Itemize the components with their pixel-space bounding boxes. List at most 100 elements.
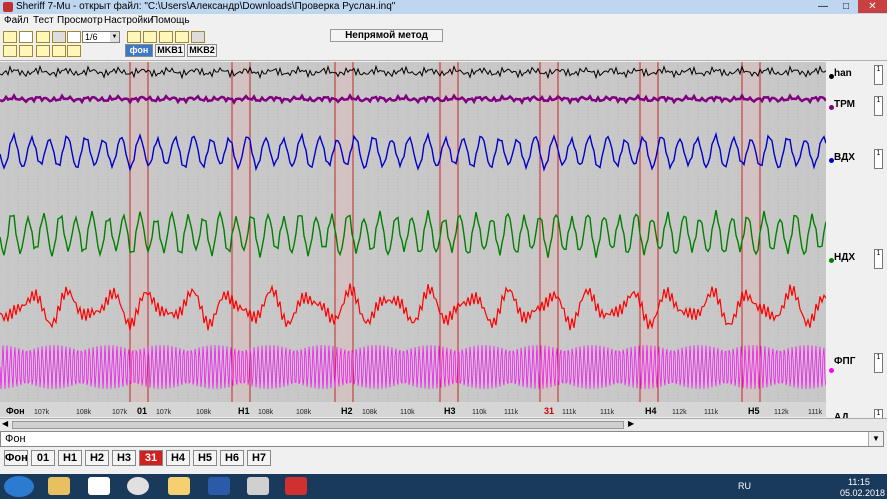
smile-icon[interactable] [36,45,50,57]
question-button-n6[interactable]: Н6 [220,450,244,466]
minimize-button[interactable]: — [812,0,834,13]
time-tick: 111k [808,409,823,416]
trm-trace [0,92,826,105]
fpg-trace [0,344,826,390]
edit-icon[interactable] [52,45,66,57]
chart-icon[interactable] [67,31,81,43]
time-marker: 01 [137,406,147,416]
time-marker: Н2 [341,406,353,416]
ad-trace [0,283,826,331]
chevron-down-icon: ▼ [110,32,119,42]
time-tick: 107k [112,409,128,416]
webcam-icon[interactable] [247,477,269,495]
question-button-n1[interactable]: Н1 [58,450,82,466]
channel-han-spin[interactable]: 1 [874,65,883,85]
settings-icon[interactable] [67,45,81,57]
question-select[interactable]: Фон ▼ [0,431,884,447]
question-button-fon[interactable]: Фон [4,450,28,466]
ndh-trace [0,209,826,258]
channel-ndh-label: НДХ [834,252,856,263]
time-tick: 112k [672,409,687,416]
explorer-icon[interactable] [48,477,70,495]
folder-open-icon[interactable] [3,31,17,43]
close-button[interactable]: ✕ [858,0,887,13]
menu-help[interactable]: Помощь [151,15,190,26]
time-marker: Н3 [444,406,456,416]
question-button-n3[interactable]: Н3 [112,450,136,466]
channel-han-label: han [834,68,852,79]
vdh-trace [0,131,826,173]
channel-fpg-spin[interactable]: 1 [874,353,883,373]
scroll-thumb[interactable] [12,421,624,429]
tab-mkb2[interactable]: MKB2 [187,44,217,57]
question-button-n2[interactable]: Н2 [85,450,109,466]
time-marker: Н4 [645,406,657,416]
app-icon [3,2,13,12]
window-title: Sheriff 7-Mu - открыт файл: "C:\Users\Ал… [16,1,396,12]
tray-date[interactable]: 05.02.2018 [840,488,885,498]
scale-combo-value: 1/6 [85,32,98,42]
time-tick: 111k [704,409,719,416]
time-tick: 108k [362,409,378,416]
new-file-icon[interactable] [19,31,33,43]
word-icon[interactable] [208,477,230,495]
polygram-svg: Фон 01 Н1 Н2 Н3 31 Н4 Н5 107k 108k 107k 107k 108k 108… [0,62,826,417]
time-tick: 111k [600,409,615,416]
channel-trm-label: ТРМ [834,99,855,110]
tools-icon[interactable] [52,31,66,43]
language-indicator[interactable]: RU [738,481,751,491]
folder-taskbar-icon[interactable] [168,477,190,495]
maximize-button[interactable]: □ [835,0,857,13]
channel-fpg-label: ФПГ [834,356,856,367]
channel-ndh-spin[interactable]: 1 [874,249,883,269]
time-marker: Н1 [238,406,250,416]
sheriff-icon[interactable] [285,477,307,495]
menu-file[interactable]: Файл [4,15,29,26]
menu-test[interactable]: Тест [33,15,54,26]
start-button[interactable] [4,476,34,497]
question-button-31[interactable]: 31 [139,450,163,466]
time-marker: 31 [544,406,554,416]
question-button-n5[interactable]: Н5 [193,450,217,466]
tab-fon[interactable]: фон [125,44,153,57]
channel-vdh-spin[interactable]: 1 [874,149,883,169]
grid-icon[interactable] [19,45,33,57]
smile-1-icon[interactable] [127,31,141,43]
menu-settings[interactable]: Настройки [104,15,153,26]
time-tick: 108k [196,409,212,416]
question-button-n7[interactable]: Н7 [247,450,271,466]
time-tick: 110k [472,409,487,416]
scroll-left-icon[interactable]: ◀ [2,419,8,428]
print-icon[interactable] [191,31,205,43]
time-marker: Н5 [748,406,760,416]
time-tick: 107k [34,409,50,416]
scale-combo[interactable]: 1/6 ▼ [82,31,120,43]
chrome-icon[interactable] [127,477,149,495]
tab-mkb1[interactable]: MKB1 [155,44,185,57]
menu-view[interactable]: Просмотр [57,15,103,26]
channel-trm-spin[interactable]: 1 [874,96,883,116]
smile-4-icon[interactable] [175,31,189,43]
method-label: Непрямой метод [330,29,443,42]
smile-2-icon[interactable] [143,31,157,43]
horizontal-scrollbar[interactable]: ◀ ▶ [0,418,887,431]
time-tick: 108k [296,409,312,416]
time-tick: 110k [400,409,415,416]
record-icon[interactable] [36,31,50,43]
time-tick: 111k [504,409,519,416]
app-icon-2[interactable] [88,477,110,495]
channel-vdh-label: ВДХ [834,152,855,163]
tray-time[interactable]: 11:15 [848,477,870,487]
scroll-right-icon[interactable]: ▶ [628,419,634,428]
polygram-chart[interactable]: Фон 01 Н1 Н2 Н3 31 Н4 Н5 107k 108k 107k 107k 108k 108… [0,62,826,417]
time-tick: 112k [774,409,789,416]
time-marker: Фон [6,406,25,416]
time-tick: 108k [258,409,274,416]
question-button-01[interactable]: 01 [31,450,55,466]
smile-3-icon[interactable] [159,31,173,43]
question-button-n4[interactable]: Н4 [166,450,190,466]
menu-bar: Файл Тест Просмотр Настройки Помощь [0,14,887,28]
title-bar: Sheriff 7-Mu - открыт файл: "C:\Users\Ал… [0,0,887,14]
channel-fpg-dot [829,368,834,373]
folder-icon[interactable] [3,45,17,57]
